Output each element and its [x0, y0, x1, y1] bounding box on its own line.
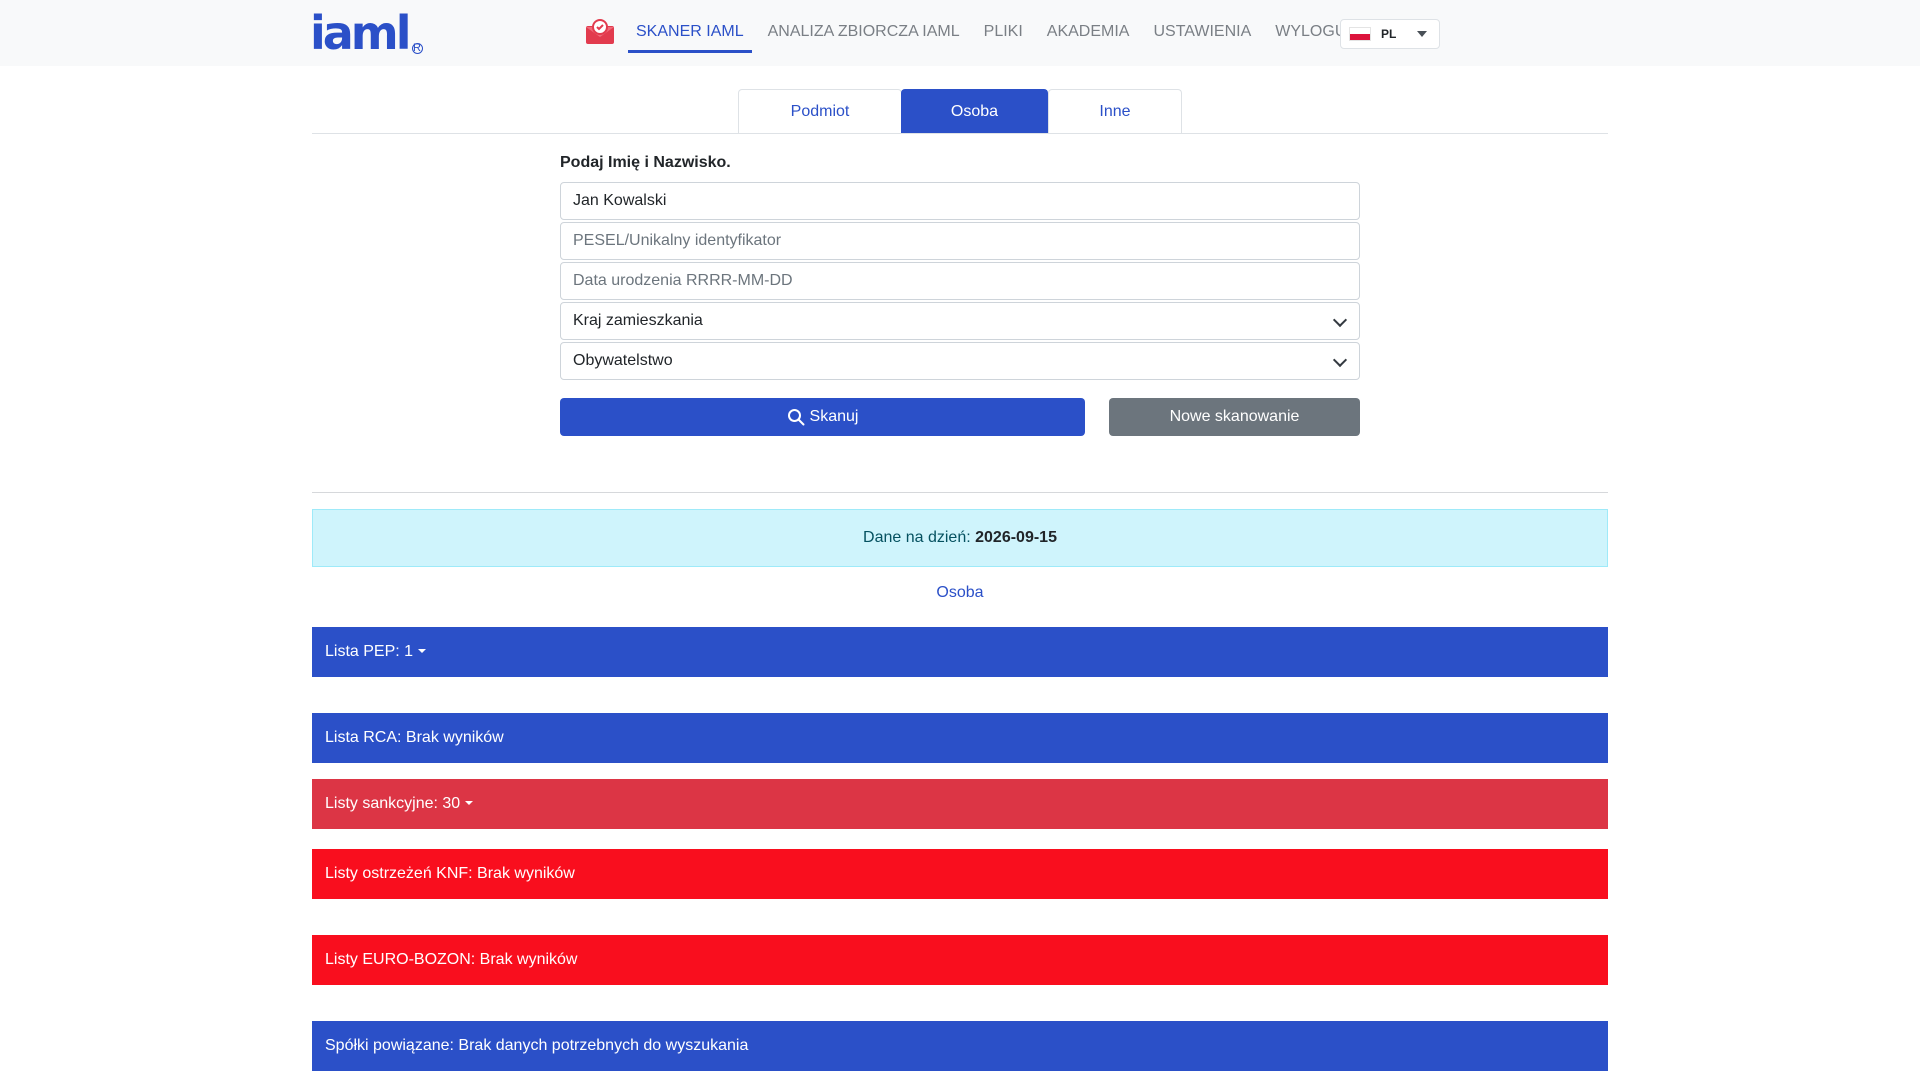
scan-button-label: Skanuj: [809, 408, 859, 425]
caret-down-icon: [465, 800, 474, 805]
poland-flag-icon: [1349, 27, 1371, 41]
new-scan-button-label: Nowe skanowanie: [1169, 408, 1300, 425]
knf-warnings-bar[interactable]: Listy ostrzeżeń KNF: Brak wyników: [312, 849, 1608, 899]
rca-list-label: Lista RCA: Brak wyników: [325, 729, 504, 746]
tab-osoba[interactable]: Osoba: [901, 89, 1048, 133]
chevron-down-icon: [1332, 312, 1348, 328]
sanctions-list-bar[interactable]: Listy sankcyjne: 30: [312, 779, 1608, 829]
nav-akademia[interactable]: AKADEMIA: [1047, 12, 1130, 52]
birthdate-input[interactable]: [560, 262, 1360, 300]
euro-bozon-bar[interactable]: Listy EURO-BOZON: Brak wyników: [312, 935, 1608, 985]
tabs-divider: [312, 133, 1608, 134]
data-date-label: Dane na dzień:: [863, 529, 971, 546]
tab-podmiot[interactable]: Podmiot: [738, 89, 902, 133]
registered-mark: R: [411, 42, 423, 54]
data-date-alert: Dane na dzień: 2026-09-15: [312, 509, 1608, 567]
caret-down-icon: [1417, 31, 1427, 37]
country-select-label: Kraj zamieszkania: [573, 312, 703, 329]
top-navbar: iaml R SKANER IAML ANALIZA ZBIORCZA IAML…: [0, 0, 1920, 66]
language-select[interactable]: PL: [1340, 19, 1440, 49]
citizenship-select[interactable]: Obywatelstwo: [560, 342, 1360, 380]
euro-bozon-label: Listy EURO-BOZON: Brak wyników: [325, 951, 578, 968]
results-divider: [312, 492, 1608, 493]
nav-ustawienia[interactable]: USTAWIENIA: [1153, 12, 1251, 52]
search-icon: [787, 409, 805, 426]
nav-skaner-iaml[interactable]: SKANER IAML: [628, 12, 752, 53]
pesel-input[interactable]: [560, 222, 1360, 260]
scan-button[interactable]: Skanuj: [560, 398, 1085, 436]
main-nav: SKANER IAML ANALIZA ZBIORCZA IAML PLIKI …: [584, 12, 1366, 53]
section-title: Osoba: [936, 584, 984, 601]
pep-list-label: Lista PEP: 1: [325, 643, 414, 660]
nav-analiza-zbiorcza[interactable]: ANALIZA ZBIORCZA IAML: [768, 12, 960, 52]
name-label: Podaj Imię i Nazwisko.: [560, 154, 731, 171]
pep-list-bar[interactable]: Lista PEP: 1: [312, 627, 1608, 677]
rca-list-bar[interactable]: Lista RCA: Brak wyników: [312, 713, 1608, 763]
related-companies-label: Spółki powiązane: Brak danych potrzebnyc…: [325, 1037, 749, 1054]
name-input[interactable]: [560, 182, 1360, 220]
data-date-value: 2026-09-15: [975, 529, 1057, 546]
new-scan-button[interactable]: Nowe skanowanie: [1109, 398, 1360, 436]
chevron-down-icon: [1332, 352, 1348, 368]
sanctions-list-label: Listy sankcyjne: 30: [325, 795, 461, 812]
citizenship-select-label: Obywatelstwo: [573, 352, 673, 369]
tab-inne[interactable]: Inne: [1048, 89, 1182, 133]
country-select[interactable]: Kraj zamieszkania: [560, 302, 1360, 340]
language-code: PL: [1381, 27, 1397, 41]
logo-text: iaml: [310, 6, 412, 60]
iaml-logo[interactable]: iaml R: [310, 10, 423, 56]
knf-warnings-label: Listy ostrzeżeń KNF: Brak wyników: [325, 865, 575, 882]
nav-pliki[interactable]: PLIKI: [984, 12, 1023, 52]
caret-down-icon: [418, 648, 427, 653]
related-companies-bar[interactable]: Spółki powiązane: Brak danych potrzebnyc…: [312, 1021, 1608, 1071]
envelope-shield-icon[interactable]: [584, 18, 616, 46]
